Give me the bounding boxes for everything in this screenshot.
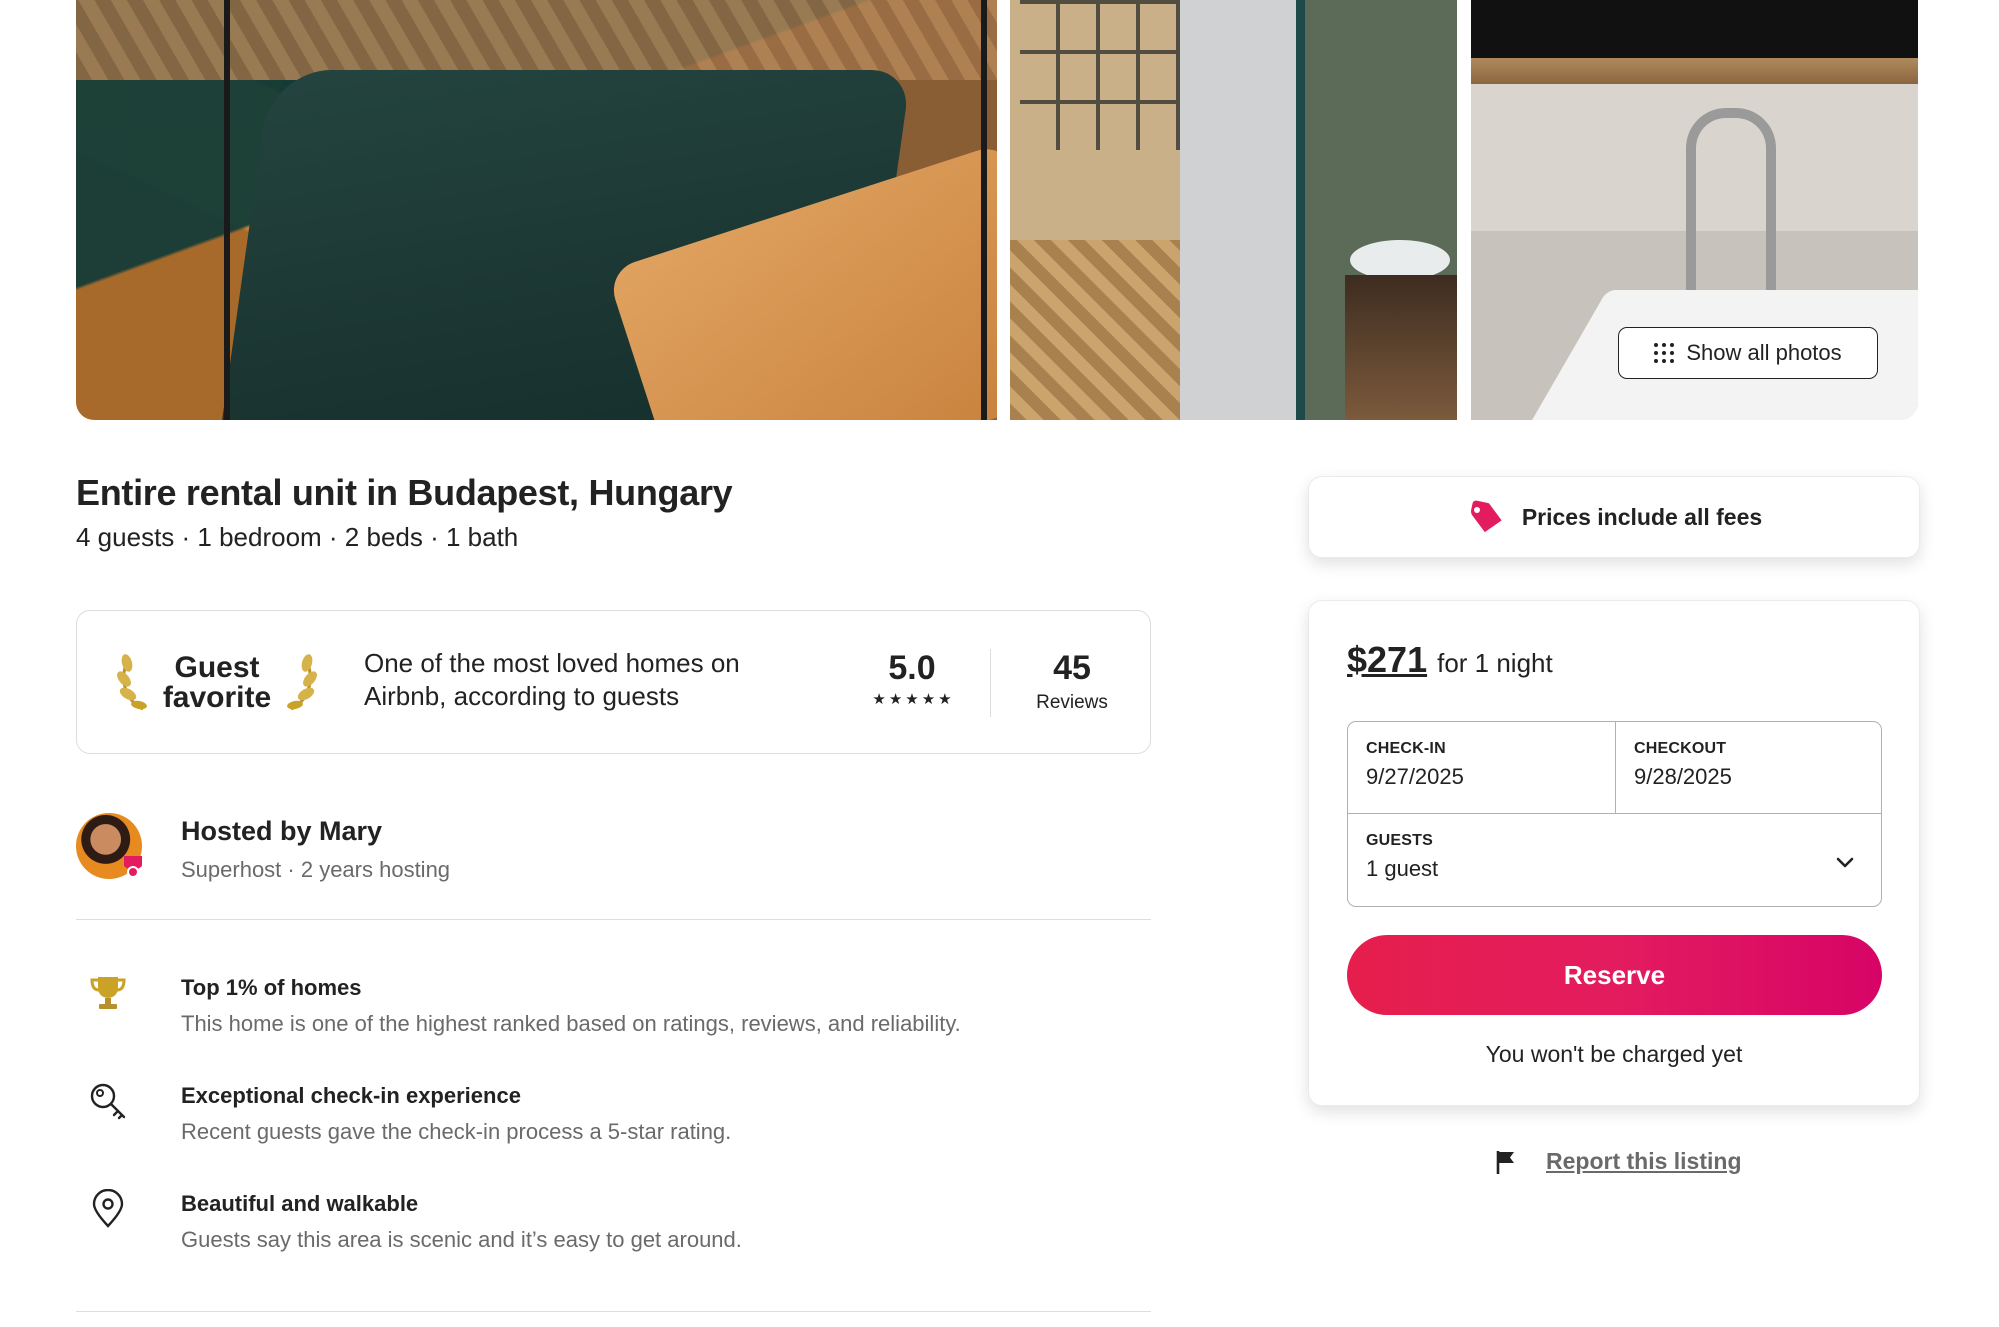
highlight-description: Guests say this area is scenic and it’s … (181, 1227, 742, 1252)
rating-block: 5.0 ★ ★ ★ ★ ★ (847, 649, 977, 707)
highlight-description: Recent guests gave the check-in process … (181, 1119, 732, 1144)
host-meta: Superhost · 2 years hosting (181, 857, 451, 882)
checkin-label: CHECK-IN (1366, 740, 1446, 757)
reviews-link[interactable]: 45 Reviews (1007, 649, 1137, 714)
price-row: $271 for 1 night (1347, 639, 1553, 681)
guest-favorite-badge: Guest favorite (117, 641, 317, 723)
checkin-value: 9/27/2025 (1366, 764, 1464, 789)
grid-dots-icon (1654, 343, 1675, 363)
reviews-label: Reviews (1036, 692, 1108, 713)
checkout-field[interactable]: CHECKOUT 9/28/2025 (1616, 722, 1881, 814)
photo-basin (1350, 240, 1450, 280)
checkout-value: 9/28/2025 (1634, 764, 1732, 789)
highlight-description: This home is one of the highest ranked b… (181, 1011, 961, 1036)
booking-picker: CHECK-IN 9/27/2025 CHECKOUT 9/28/2025 GU… (1347, 721, 1882, 907)
checkin-field[interactable]: CHECK-IN 9/27/2025 (1348, 722, 1616, 814)
guest-favorite-description: One of the most loved homes on Airbnb, a… (364, 648, 740, 711)
show-all-photos-button[interactable]: Show all photos (1618, 327, 1878, 379)
host-name: Hosted by Mary (181, 816, 383, 846)
guests-dropdown[interactable]: GUESTS 1 guest (1348, 814, 1881, 906)
flag-icon (1496, 1150, 1514, 1174)
guest-favorite-card[interactable]: Guest favorite One of the most loved hom… (76, 610, 1151, 754)
trophy-icon (90, 977, 126, 1009)
star-icon: ★ (872, 691, 886, 708)
laurel-right-icon (287, 654, 317, 711)
nightly-price[interactable]: $271 (1347, 639, 1427, 681)
guest-favorite-word-1: Guest (174, 651, 260, 684)
star-icon: ★ (938, 691, 952, 708)
guest-favorite-word-2: favorite (162, 681, 272, 714)
key-icon (90, 1083, 126, 1120)
star-icon: ★ (905, 691, 919, 708)
laurel-left-icon (117, 654, 147, 711)
reviews-count: 45 (1053, 649, 1091, 687)
guests-label: GUESTS (1366, 832, 1433, 849)
listing-title: Entire rental unit in Budapest, Hungary (76, 472, 733, 513)
highlight-title: Beautiful and walkable (181, 1191, 419, 1216)
price-tag-icon (1470, 500, 1502, 533)
reserve-button[interactable]: Reserve (1347, 935, 1882, 1015)
map-pin-icon (92, 1189, 124, 1228)
photo-cabinet (1345, 275, 1457, 420)
rating-divider (990, 649, 991, 717)
report-listing-link[interactable]: Report this listing (1546, 1148, 1742, 1175)
prices-include-fees-banner: Prices include all fees (1308, 476, 1920, 558)
photo-kitchen-bathroom[interactable] (1010, 0, 1457, 420)
rating-value: 5.0 (888, 649, 936, 687)
photo-main-bedroom[interactable] (76, 0, 997, 420)
guests-value: 1 guest (1366, 856, 1439, 881)
highlight-title: Exceptional check-in experience (181, 1083, 521, 1108)
section-divider (76, 1311, 1151, 1312)
superhost-badge-icon (124, 856, 142, 878)
highlight-title: Top 1% of homes (181, 975, 362, 1000)
photo-frame (224, 0, 230, 420)
star-icon: ★ (888, 691, 903, 708)
report-listing[interactable]: Report this listing (1494, 1148, 1742, 1175)
photo-floor (76, 0, 997, 80)
no-charge-note: You won't be charged yet (1485, 1041, 1743, 1067)
photo-floor (1010, 240, 1180, 420)
rating-stars: ★ ★ ★ ★ ★ (847, 692, 977, 707)
chevron-down-icon (1836, 857, 1854, 868)
checkout-label: CHECKOUT (1634, 740, 1727, 757)
star-icon: ★ (921, 691, 936, 708)
listing-subtitle: 4 guests · 1 bedroom · 2 beds · 1 bath (76, 522, 519, 552)
price-period: for 1 night (1437, 648, 1553, 678)
show-all-photos-label: Show all photos (1686, 340, 1842, 365)
booking-card: $271 for 1 night CHECK-IN 9/27/2025 CHEC… (1308, 600, 1920, 1106)
photo-frame (981, 0, 987, 420)
prices-include-fees-text: Prices include all fees (1521, 503, 1763, 530)
section-divider (76, 919, 1151, 920)
photo-faucet (1686, 108, 1776, 318)
photo-shelf (1471, 58, 1918, 84)
photo-glass-wall (1020, 0, 1180, 150)
